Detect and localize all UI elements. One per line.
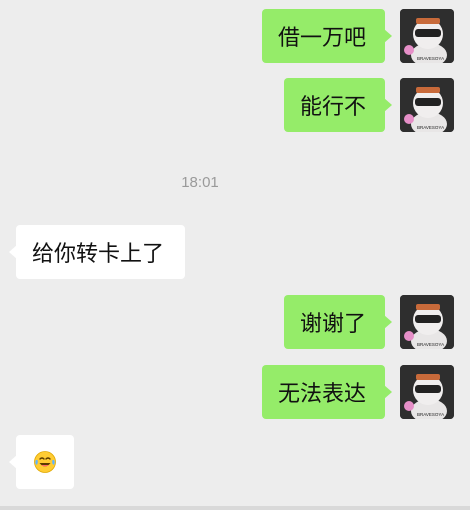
message-text: 借一万吧 bbox=[278, 26, 367, 51]
message-text: 给你转卡上了 bbox=[32, 242, 165, 267]
input-bar-edge bbox=[0, 506, 470, 510]
face-with-tears-of-joy-emoji bbox=[34, 451, 56, 473]
svg-text:BRAVESOYA: BRAVESOYA bbox=[417, 125, 444, 130]
my-avatar[interactable]: BRAVESOYA bbox=[400, 9, 454, 63]
svg-text:BRAVESOYA: BRAVESOYA bbox=[417, 56, 444, 61]
character-avatar-icon: BRAVESOYA bbox=[400, 295, 454, 349]
message-bubble-outgoing[interactable]: 借一万吧 bbox=[262, 9, 392, 63]
message-text: 能行不 bbox=[300, 95, 367, 120]
message-bubble-incoming[interactable] bbox=[9, 435, 74, 489]
character-avatar-icon: BRAVESOYA bbox=[400, 78, 454, 132]
svg-text:BRAVESOYA: BRAVESOYA bbox=[417, 342, 444, 347]
timestamp: 18:01 bbox=[181, 174, 219, 191]
my-avatar[interactable]: BRAVESOYA bbox=[400, 295, 454, 349]
character-avatar-icon: BRAVESOYA bbox=[400, 365, 454, 419]
message-bubble-outgoing[interactable]: 无法表达 bbox=[262, 365, 392, 419]
svg-text:BRAVESOYA: BRAVESOYA bbox=[417, 412, 444, 417]
message-bubble-incoming[interactable]: 给你转卡上了 bbox=[9, 225, 185, 279]
message-text: 无法表达 bbox=[278, 382, 367, 407]
character-avatar-icon: BRAVESOYA bbox=[400, 9, 454, 63]
message-bubble-outgoing[interactable]: 谢谢了 bbox=[284, 295, 392, 349]
my-avatar[interactable]: BRAVESOYA bbox=[400, 78, 454, 132]
message-bubble-outgoing[interactable]: 能行不 bbox=[284, 78, 392, 132]
message-text: 谢谢了 bbox=[300, 312, 367, 337]
my-avatar[interactable]: BRAVESOYA bbox=[400, 365, 454, 419]
